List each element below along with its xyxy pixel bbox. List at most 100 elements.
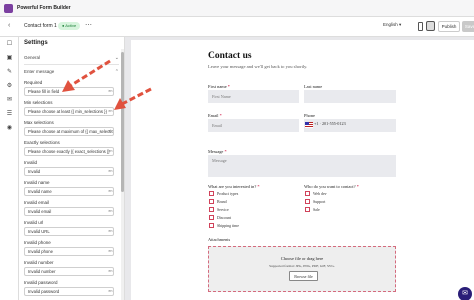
title-bar: Powerful Form Builder xyxy=(0,0,474,17)
lang-tag: en xyxy=(108,149,113,153)
dropzone-formats: Supported format: JPG, PNG, PDF, GIF, SV… xyxy=(269,264,335,268)
lang-tag: en xyxy=(108,189,113,193)
max-selections-label: Max selections xyxy=(24,120,54,125)
divider xyxy=(24,64,119,65)
general-section[interactable]: General ⌄ xyxy=(24,55,119,61)
last-name-label: Last name xyxy=(304,84,323,89)
checkbox[interactable] xyxy=(305,207,310,212)
lang-tag: en xyxy=(108,169,113,173)
general-label: General xyxy=(24,55,41,60)
file-dropzone[interactable]: Choose file or drag here Supported forma… xyxy=(208,246,396,292)
checkbox[interactable] xyxy=(209,215,214,220)
dropzone-title: Choose file or drag here xyxy=(280,256,324,261)
checkbox-option[interactable]: Shipping time xyxy=(209,223,239,228)
contact-label: Who do you want to contact? * xyxy=(304,184,359,189)
invalid-phone-label: Invalid phone xyxy=(24,240,51,245)
checkbox[interactable] xyxy=(305,199,310,204)
rail-elements-icon[interactable]: ▣ xyxy=(6,55,13,62)
more-options-icon[interactable]: ⋯ xyxy=(85,21,92,29)
invalid-phone-input[interactable]: Invalid phone xyxy=(24,247,114,256)
lang-tag: en xyxy=(108,89,113,93)
form-name: Contact form 1 xyxy=(24,23,57,29)
language-select[interactable]: English ▾ xyxy=(383,22,401,28)
exactly-selections-label: Exactly selections xyxy=(24,140,60,145)
enter-message-label: Enter message xyxy=(24,69,55,74)
max-selections-input[interactable]: Please choose at maximum of {{ max_selec… xyxy=(24,127,114,136)
desktop-preview-icon[interactable] xyxy=(426,21,435,31)
exactly-selections-input[interactable]: Please choose exactly {{ exact_selection… xyxy=(24,147,114,156)
invalid-input[interactable]: Invalid xyxy=(24,167,114,176)
invalid-name-label: Invalid name xyxy=(24,180,50,185)
invalid-name-input[interactable]: Invalid name xyxy=(24,187,114,196)
phone-label: Phone xyxy=(304,113,315,118)
rail-list-icon[interactable]: ☰ xyxy=(6,111,13,118)
last-name-input[interactable] xyxy=(304,90,396,103)
message-label: Message * xyxy=(208,149,227,154)
invalid-email-label: Invalid email xyxy=(24,200,50,205)
checkbox-option[interactable]: Sale xyxy=(305,207,320,212)
invalid-password-input[interactable]: Invalid password xyxy=(24,287,114,296)
invalid-label: Invalid xyxy=(24,160,38,165)
browse-file-button[interactable]: Browse file xyxy=(289,271,318,281)
publish-button[interactable]: Publish xyxy=(438,21,460,32)
email-input[interactable]: Email xyxy=(208,119,299,132)
checkbox[interactable] xyxy=(305,191,310,196)
rail-design-icon[interactable]: ✎ xyxy=(6,69,13,76)
rail-pages-icon[interactable]: ☐ xyxy=(6,41,13,48)
top-toolbar: ‹ Contact form 1 ● Active ⋯ English ▾ Pu… xyxy=(0,17,474,37)
rail-email-icon[interactable]: ✉ xyxy=(6,97,13,104)
lang-tag: en xyxy=(108,269,113,273)
checkbox[interactable] xyxy=(209,191,214,196)
rail-settings-icon[interactable]: ⚙ xyxy=(6,83,13,90)
form-subtitle: Leave your message and we'll get back to… xyxy=(208,64,308,69)
rail-integrations-icon[interactable]: ◉ xyxy=(6,125,13,132)
settings-title: Settings xyxy=(24,40,48,46)
invalid-url-label: Invalid url xyxy=(24,220,44,225)
invalid-password-label: Invalid password xyxy=(24,280,58,285)
form-title: Contact us xyxy=(208,51,252,61)
first-name-label: First name * xyxy=(208,84,230,89)
invalid-email-input[interactable]: Invalid email xyxy=(24,207,114,216)
status-badge: ● Active xyxy=(58,22,81,30)
chevron-up-icon: ⌃ xyxy=(114,69,119,75)
invalid-number-label: Invalid number xyxy=(24,260,54,265)
checkbox[interactable] xyxy=(209,207,214,212)
back-icon[interactable]: ‹ xyxy=(8,22,10,29)
checkbox-option[interactable]: Web dev xyxy=(305,191,327,196)
checkbox-option[interactable]: Product types xyxy=(209,191,238,196)
phone-dial-code: +1 · 201-555-0123 xyxy=(314,121,346,126)
lang-tag: en xyxy=(108,289,113,293)
lang-tag: en xyxy=(108,109,113,113)
invalid-number-input[interactable]: Invalid number xyxy=(24,267,114,276)
required-label: Required xyxy=(24,80,43,85)
enter-message-section[interactable]: Enter message ⌃ xyxy=(24,69,119,75)
app-title: Powerful Form Builder xyxy=(17,5,71,11)
chevron-down-icon: ⌄ xyxy=(114,55,119,61)
checkbox-option[interactable]: Brand xyxy=(209,199,227,204)
required-message-input[interactable]: Please fill in field xyxy=(24,87,114,96)
invalid-url-input[interactable]: Invalid URL xyxy=(24,227,114,236)
email-label: Email * xyxy=(208,113,222,118)
min-selections-label: Min selections xyxy=(24,100,53,105)
checkbox-option[interactable]: Support xyxy=(305,199,325,204)
first-name-input[interactable]: First Name xyxy=(208,90,299,103)
attachments-label: Attachments xyxy=(208,237,231,242)
us-flag-icon[interactable] xyxy=(305,122,313,128)
interest-label: What are you interested in? * xyxy=(208,184,260,189)
scrollbar-thumb[interactable] xyxy=(121,52,124,192)
lang-tag: en xyxy=(108,229,113,233)
message-textarea[interactable]: Message xyxy=(208,155,396,177)
chat-help-icon[interactable]: ✉ xyxy=(458,287,472,300)
min-selections-input[interactable]: Please choose at least {{ min_selections… xyxy=(24,107,114,116)
save-button[interactable]: Save xyxy=(462,21,474,32)
lang-tag: en xyxy=(108,129,113,133)
checkbox[interactable] xyxy=(209,223,214,228)
checkbox-option[interactable]: Service xyxy=(209,207,229,212)
lang-tag: en xyxy=(108,209,113,213)
checkbox-option[interactable]: Discount xyxy=(209,215,231,220)
lang-tag: en xyxy=(108,249,113,253)
mobile-preview-icon[interactable] xyxy=(418,22,423,31)
settings-panel: Settings General ⌄ Enter message ⌃ Requi… xyxy=(19,37,125,300)
left-icon-rail: ☐ ▣ ✎ ⚙ ✉ ☰ ◉ xyxy=(0,37,19,300)
checkbox[interactable] xyxy=(209,199,214,204)
